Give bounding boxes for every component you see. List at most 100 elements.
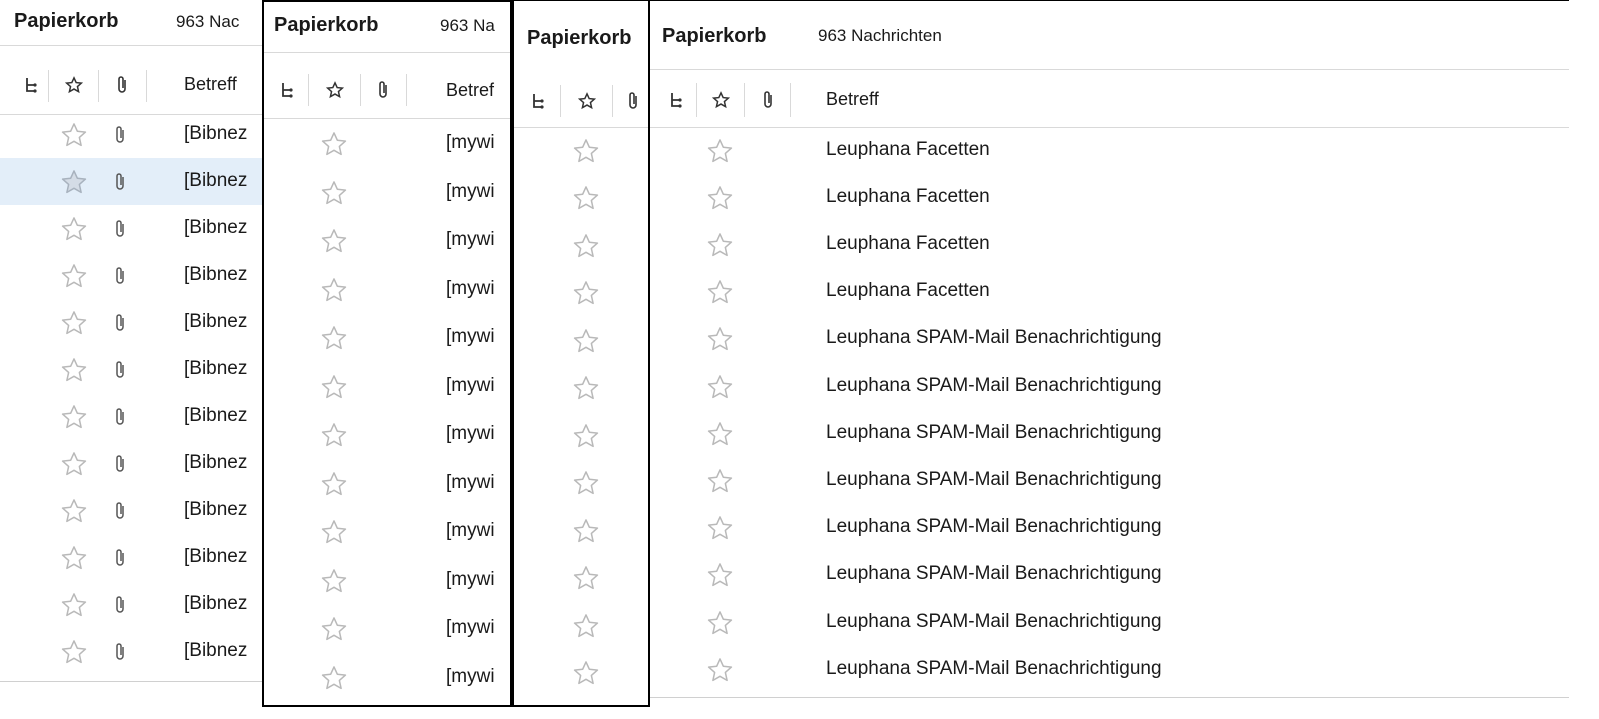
- message-row[interactable]: [514, 365, 650, 413]
- star-outline-icon[interactable]: [320, 470, 348, 498]
- message-row[interactable]: [514, 650, 650, 698]
- star-column-header[interactable]: [52, 56, 96, 114]
- star-outline-icon[interactable]: [320, 664, 348, 692]
- star-outline-icon[interactable]: [60, 497, 88, 525]
- star-outline-icon[interactable]: [60, 544, 88, 572]
- star-outline-icon[interactable]: [60, 168, 88, 196]
- star-outline-icon[interactable]: [706, 373, 734, 401]
- message-row[interactable]: Leuphana SPAM-Mail Benachrichtigung: [650, 363, 1569, 410]
- star-outline-icon[interactable]: [320, 615, 348, 643]
- message-row[interactable]: [mywi: [264, 557, 510, 606]
- star-outline-icon[interactable]: [706, 656, 734, 684]
- star-outline-icon[interactable]: [572, 374, 600, 402]
- star-outline-icon[interactable]: [572, 517, 600, 545]
- star-outline-icon[interactable]: [706, 184, 734, 212]
- star-outline-icon[interactable]: [706, 561, 734, 589]
- thread-column-header[interactable]: [14, 56, 48, 114]
- star-outline-icon[interactable]: [320, 227, 348, 255]
- message-row[interactable]: [514, 222, 650, 270]
- message-row[interactable]: [mywi: [264, 605, 510, 654]
- message-row[interactable]: [mywi: [264, 266, 510, 315]
- message-row[interactable]: [514, 507, 650, 555]
- subject-column-header[interactable]: Betreff: [826, 89, 879, 110]
- thread-column-header[interactable]: [518, 75, 558, 127]
- message-row[interactable]: [Bibnez: [0, 299, 262, 346]
- star-column-header[interactable]: [312, 62, 358, 118]
- star-outline-icon[interactable]: [320, 567, 348, 595]
- message-row[interactable]: [514, 412, 650, 460]
- star-outline-icon[interactable]: [320, 518, 348, 546]
- attachment-column-header[interactable]: [616, 75, 650, 127]
- thread-column-header[interactable]: [268, 62, 306, 118]
- message-row[interactable]: Leuphana Facetten: [650, 269, 1569, 316]
- star-outline-icon[interactable]: [706, 420, 734, 448]
- message-row[interactable]: [mywi: [264, 508, 510, 557]
- message-row[interactable]: [514, 317, 650, 365]
- star-outline-icon[interactable]: [60, 403, 88, 431]
- message-row[interactable]: [Bibnez: [0, 440, 262, 487]
- star-outline-icon[interactable]: [706, 137, 734, 165]
- message-row[interactable]: [514, 460, 650, 508]
- star-column-header[interactable]: [564, 75, 610, 127]
- star-outline-icon[interactable]: [572, 612, 600, 640]
- message-row[interactable]: [514, 602, 650, 650]
- message-row[interactable]: [mywi: [264, 363, 510, 412]
- star-outline-icon[interactable]: [572, 232, 600, 260]
- star-outline-icon[interactable]: [60, 356, 88, 384]
- star-outline-icon[interactable]: [706, 609, 734, 637]
- star-outline-icon[interactable]: [60, 121, 88, 149]
- star-outline-icon[interactable]: [706, 278, 734, 306]
- message-row[interactable]: [514, 127, 650, 175]
- star-outline-icon[interactable]: [706, 325, 734, 353]
- message-row[interactable]: [mywi: [264, 654, 510, 703]
- message-row[interactable]: [Bibnez: [0, 252, 262, 299]
- star-outline-icon[interactable]: [320, 421, 348, 449]
- subject-column-header[interactable]: Betref: [446, 80, 494, 101]
- star-outline-icon[interactable]: [320, 324, 348, 352]
- message-row[interactable]: [514, 555, 650, 603]
- thread-column-header[interactable]: [656, 73, 696, 127]
- star-outline-icon[interactable]: [320, 179, 348, 207]
- attachment-column-header[interactable]: [362, 62, 404, 118]
- star-outline-icon[interactable]: [60, 262, 88, 290]
- attachment-column-header[interactable]: [746, 73, 790, 127]
- attachment-column-header[interactable]: [100, 56, 144, 114]
- star-outline-icon[interactable]: [60, 309, 88, 337]
- star-outline-icon[interactable]: [320, 276, 348, 304]
- message-row[interactable]: [514, 175, 650, 223]
- star-outline-icon[interactable]: [60, 591, 88, 619]
- message-row[interactable]: [Bibnez: [0, 534, 262, 581]
- star-outline-icon[interactable]: [60, 215, 88, 243]
- message-row[interactable]: Leuphana SPAM-Mail Benachrichtigung: [650, 457, 1569, 504]
- message-row[interactable]: [Bibnez: [0, 628, 262, 675]
- message-row[interactable]: Leuphana SPAM-Mail Benachrichtigung: [650, 505, 1569, 552]
- message-row[interactable]: [514, 270, 650, 318]
- message-row[interactable]: [Bibnez: [0, 158, 262, 205]
- star-outline-icon[interactable]: [320, 373, 348, 401]
- message-row[interactable]: Leuphana SPAM-Mail Benachrichtigung: [650, 599, 1569, 646]
- star-outline-icon[interactable]: [572, 327, 600, 355]
- message-row[interactable]: Leuphana Facetten: [650, 221, 1569, 268]
- star-outline-icon[interactable]: [706, 231, 734, 259]
- message-row[interactable]: Leuphana Facetten: [650, 174, 1569, 221]
- star-outline-icon[interactable]: [572, 279, 600, 307]
- star-outline-icon[interactable]: [706, 514, 734, 542]
- star-outline-icon[interactable]: [572, 184, 600, 212]
- star-outline-icon[interactable]: [572, 137, 600, 165]
- message-row[interactable]: [mywi: [264, 169, 510, 218]
- message-row[interactable]: [Bibnez: [0, 581, 262, 628]
- message-row[interactable]: [Bibnez: [0, 346, 262, 393]
- message-row[interactable]: Leuphana SPAM-Mail Benachrichtigung: [650, 646, 1569, 693]
- subject-column-header[interactable]: Betreff: [184, 74, 237, 95]
- message-row[interactable]: [Bibnez: [0, 205, 262, 252]
- star-outline-icon[interactable]: [60, 450, 88, 478]
- star-outline-icon[interactable]: [320, 130, 348, 158]
- message-row[interactable]: Leuphana SPAM-Mail Benachrichtigung: [650, 410, 1569, 457]
- message-row[interactable]: Leuphana SPAM-Mail Benachrichtigung: [650, 552, 1569, 599]
- message-row[interactable]: [Bibnez: [0, 393, 262, 440]
- message-row[interactable]: [mywi: [264, 460, 510, 509]
- star-outline-icon[interactable]: [572, 422, 600, 450]
- message-row[interactable]: [mywi: [264, 411, 510, 460]
- message-row[interactable]: [mywi: [264, 120, 510, 169]
- message-row[interactable]: [mywi: [264, 314, 510, 363]
